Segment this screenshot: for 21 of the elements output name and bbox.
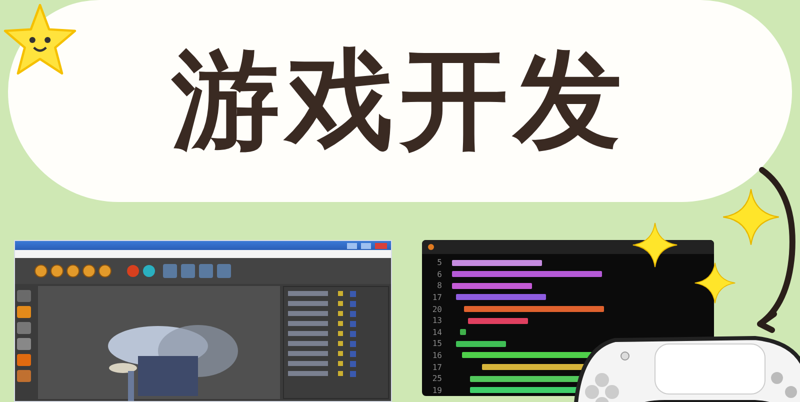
line-number: 25	[431, 374, 442, 384]
code-line-drawing	[456, 340, 506, 347]
poster-title: 游戏开发	[172, 42, 628, 160]
window-controls-icon	[347, 242, 387, 248]
line-number: 17	[431, 362, 442, 372]
sparkle-icon	[694, 262, 736, 304]
line-number: 15	[431, 339, 442, 348]
line-number: 5	[436, 258, 442, 268]
line-number: 17	[431, 292, 442, 302]
line-number: 20	[431, 304, 442, 314]
line-number: 19	[431, 386, 442, 395]
line-number: 14	[431, 328, 442, 337]
line-number: 8	[436, 281, 442, 290]
line-number: 16	[431, 350, 442, 360]
window-dot-icon	[428, 244, 434, 250]
code-line-drawing	[468, 318, 528, 324]
sparkle-icon	[632, 222, 678, 268]
line-number: 13	[431, 316, 442, 326]
line-number: 6	[436, 270, 442, 279]
sparkle-icon	[722, 188, 780, 246]
code-line-drawing	[460, 329, 466, 336]
